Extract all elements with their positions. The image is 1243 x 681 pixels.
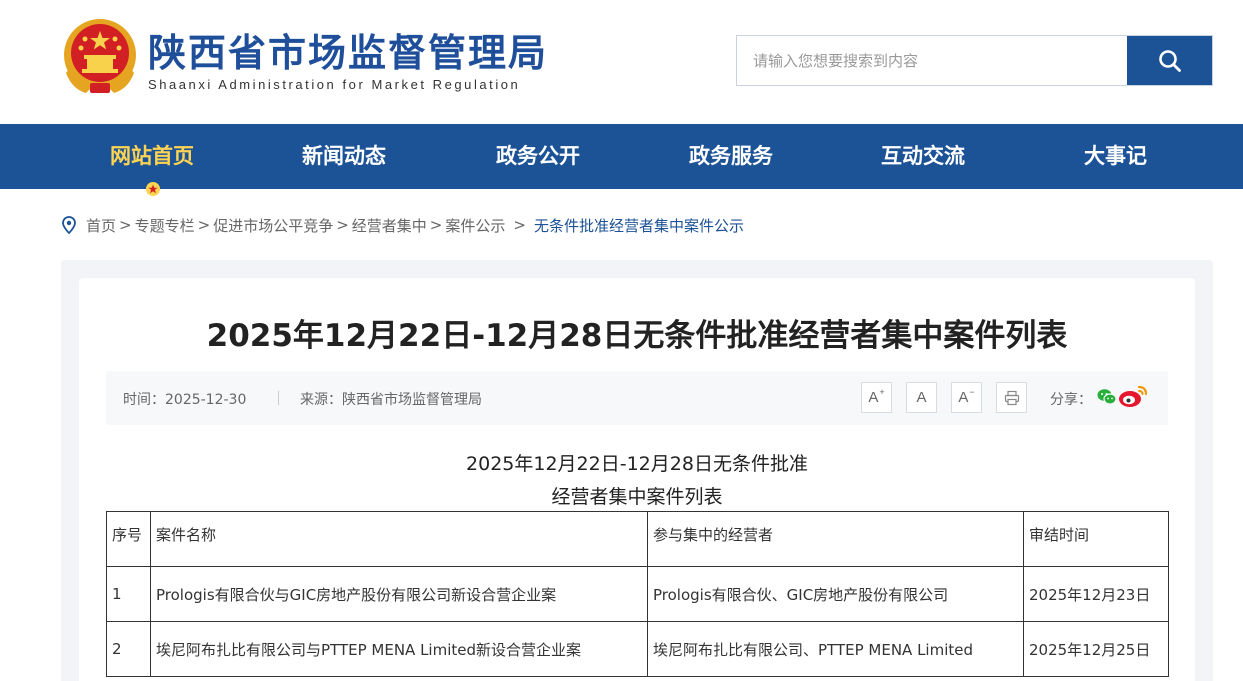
table-header-cell: 审结时间: [1023, 511, 1169, 567]
search-button[interactable]: [1127, 36, 1212, 85]
breadcrumb-topics[interactable]: 专题专栏: [135, 215, 195, 236]
location-pin-icon: [62, 216, 76, 234]
breadcrumb-separator: >: [513, 216, 526, 234]
table-cell: 埃尼阿布扎比有限公司、PTTEP MENA Limited: [647, 621, 1024, 677]
meta-divider: [278, 391, 279, 405]
article-meta-bar: 时间：2025-12-30 来源：陕西省市场监督管理局 A + A A − 分享：: [106, 371, 1168, 425]
article-title: 2025年12月22日-12月28日无条件批准经营者集中案件列表: [206, 318, 1068, 354]
breadcrumb: 首页 > 专题专栏 > 促进市场公平竞争 > 经营者集中 > 案件公示 > 无条…: [62, 214, 744, 236]
table-header-cell: 序号: [106, 511, 151, 567]
body-title-line-1: 2025年12月22日-12月28日无条件批准: [466, 453, 808, 475]
search-box: [736, 35, 1213, 86]
table-header-cell: 案件名称: [150, 511, 648, 567]
table-cell: 2025年12月25日: [1023, 621, 1169, 677]
table-cell: 1: [106, 566, 151, 622]
share-label: 分享：: [1050, 392, 1092, 408]
table-cell: Prologis有限合伙、GIC房地产股份有限公司: [647, 566, 1024, 622]
body-title-line-2: 经营者集中案件列表: [551, 486, 723, 508]
table-cell: 2025年12月23日: [1023, 566, 1169, 622]
table-row: 2 埃尼阿布扎比有限公司与PTTEP MENA Limited新设合营企业案 埃…: [106, 621, 1169, 677]
site-title: 陕西省市场监督管理局: [148, 31, 549, 75]
breadcrumb-separator: >: [336, 216, 349, 234]
breadcrumb-fair-competition[interactable]: 促进市场公平竞争: [213, 215, 333, 236]
nav-item-interaction[interactable]: 互动交流: [881, 124, 965, 189]
breadcrumb-home[interactable]: 首页: [86, 215, 116, 236]
active-star-icon: [146, 182, 160, 196]
search-input[interactable]: [737, 36, 1127, 85]
font-smaller-button[interactable]: A −: [951, 382, 982, 413]
wechat-icon[interactable]: [1097, 388, 1117, 406]
article-source: 来源：陕西省市场监督管理局: [300, 392, 482, 408]
search-icon: [1158, 49, 1181, 72]
table-cell: 埃尼阿布扎比有限公司与PTTEP MENA Limited新设合营企业案: [150, 621, 648, 677]
breadcrumb-separator: >: [119, 216, 132, 234]
font-normal-button[interactable]: A: [906, 382, 937, 413]
site-subtitle: Shaanxi Administration for Market Regula…: [148, 77, 521, 92]
nav-item-events[interactable]: 大事记: [1084, 124, 1147, 189]
breadcrumb-separator: >: [197, 216, 211, 234]
nav-item-home[interactable]: 网站首页: [110, 124, 194, 189]
nav-item-government-affairs[interactable]: 政务公开: [496, 124, 580, 189]
breadcrumb-separator: >: [429, 216, 443, 234]
national-emblem-icon: [64, 19, 136, 93]
nav-item-services[interactable]: 政务服务: [689, 124, 773, 189]
print-button[interactable]: [996, 382, 1027, 413]
table-row: 1 Prologis有限合伙与GIC房地产股份有限公司新设合营企业案 Prolo…: [106, 566, 1169, 622]
table-cell: 2: [106, 621, 151, 677]
breadcrumb-concentration[interactable]: 经营者集中: [352, 215, 427, 236]
table-header-row: 序号 案件名称 参与集中的经营者 审结时间: [106, 511, 1169, 567]
nav-item-news[interactable]: 新闻动态: [302, 124, 386, 189]
main-nav: 网站首页 新闻动态 政务公开 政务服务 互动交流 大事记: [0, 124, 1243, 189]
printer-icon: [1004, 390, 1019, 405]
publish-time: 时间：2025-12-30: [123, 392, 247, 408]
font-larger-button[interactable]: A +: [861, 382, 892, 413]
breadcrumb-case-notice[interactable]: 案件公示: [445, 215, 505, 236]
table-cell: Prologis有限合伙与GIC房地产股份有限公司新设合营企业案: [150, 566, 648, 622]
site-header: 陕西省市场监督管理局 Shaanxi Administration for Ma…: [0, 0, 1243, 124]
cases-table: 序号 案件名称 参与集中的经营者 审结时间 1 Prologis有限合伙与GIC…: [106, 511, 1169, 677]
table-header-cell: 参与集中的经营者: [647, 511, 1024, 567]
weibo-icon[interactable]: [1118, 383, 1149, 409]
breadcrumb-current[interactable]: 无条件批准经营者集中案件公示: [534, 215, 744, 236]
